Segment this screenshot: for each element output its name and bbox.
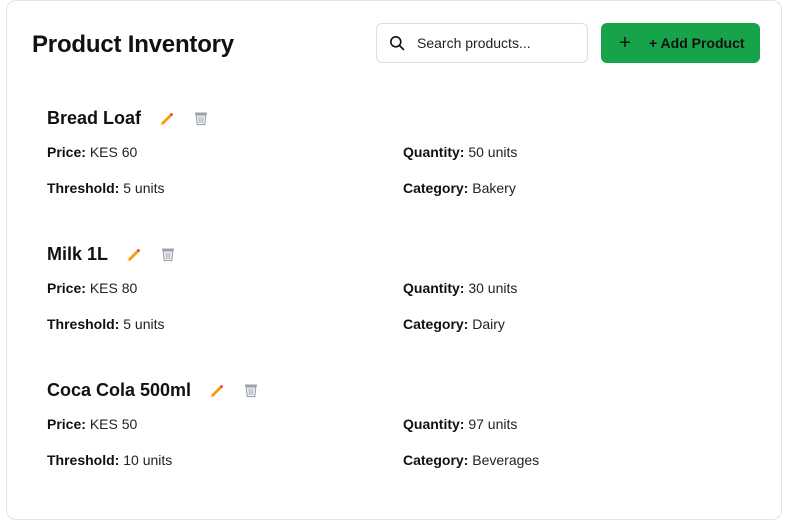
threshold-value: 5 units	[123, 180, 164, 196]
product-item: Bread Loaf Price: KES 60	[47, 104, 747, 214]
quantity-value: 97 units	[468, 416, 517, 432]
delete-button[interactable]	[160, 246, 176, 262]
quantity-field: Quantity: 50 units	[403, 144, 517, 160]
threshold-label: Threshold:	[47, 180, 119, 196]
price-value: KES 50	[90, 416, 137, 432]
edit-button[interactable]	[158, 110, 174, 126]
product-header: Coca Cola 500ml	[47, 376, 259, 404]
category-label: Category:	[403, 180, 468, 196]
quantity-field: Quantity: 97 units	[403, 416, 517, 432]
price-label: Price:	[47, 416, 86, 432]
search-input[interactable]	[417, 35, 582, 51]
pencil-icon	[125, 246, 141, 262]
product-header: Milk 1L	[47, 240, 176, 268]
product-header: Bread Loaf	[47, 104, 209, 132]
quantity-label: Quantity:	[403, 144, 464, 160]
threshold-value: 10 units	[123, 452, 172, 468]
add-product-label: + Add Product	[649, 35, 745, 51]
category-value: Beverages	[472, 452, 539, 468]
price-label: Price:	[47, 144, 86, 160]
product-name: Milk 1L	[47, 244, 108, 265]
search-icon	[389, 35, 405, 51]
quantity-label: Quantity:	[403, 280, 464, 296]
edit-button[interactable]	[125, 246, 141, 262]
quantity-value: 50 units	[468, 144, 517, 160]
page-title: Product Inventory	[32, 31, 234, 59]
price-value: KES 80	[90, 280, 137, 296]
category-field: Category: Dairy	[403, 316, 505, 332]
price-field: Price: KES 80	[47, 280, 137, 296]
threshold-label: Threshold:	[47, 452, 119, 468]
price-value: KES 60	[90, 144, 137, 160]
trash-icon	[243, 382, 259, 398]
price-field: Price: KES 60	[47, 144, 137, 160]
price-label: Price:	[47, 280, 86, 296]
search-box[interactable]	[376, 23, 588, 63]
threshold-field: Threshold: 10 units	[47, 452, 172, 468]
price-field: Price: KES 50	[47, 416, 137, 432]
quantity-value: 30 units	[468, 280, 517, 296]
product-item: Coca Cola 500ml Price: KES	[47, 376, 747, 486]
product-name: Bread Loaf	[47, 108, 141, 129]
category-field: Category: Bakery	[403, 180, 516, 196]
delete-button[interactable]	[243, 382, 259, 398]
trash-icon	[193, 110, 209, 126]
quantity-label: Quantity:	[403, 416, 464, 432]
category-label: Category:	[403, 316, 468, 332]
product-item: Milk 1L Price: KES 80	[47, 240, 747, 350]
edit-button[interactable]	[208, 382, 224, 398]
trash-icon	[160, 246, 176, 262]
threshold-field: Threshold: 5 units	[47, 180, 164, 196]
category-value: Dairy	[472, 316, 505, 332]
threshold-value: 5 units	[123, 316, 164, 332]
pencil-icon	[158, 110, 174, 126]
plus-icon: +	[618, 33, 632, 53]
add-product-button[interactable]: + + Add Product	[601, 23, 760, 63]
category-label: Category:	[403, 452, 468, 468]
quantity-field: Quantity: 30 units	[403, 280, 517, 296]
category-field: Category: Beverages	[403, 452, 539, 468]
inventory-card: Product Inventory + + Add Product Bread …	[6, 0, 782, 520]
category-value: Bakery	[472, 180, 516, 196]
delete-button[interactable]	[193, 110, 209, 126]
threshold-label: Threshold:	[47, 316, 119, 332]
threshold-field: Threshold: 5 units	[47, 316, 164, 332]
product-name: Coca Cola 500ml	[47, 380, 191, 401]
pencil-icon	[208, 382, 224, 398]
